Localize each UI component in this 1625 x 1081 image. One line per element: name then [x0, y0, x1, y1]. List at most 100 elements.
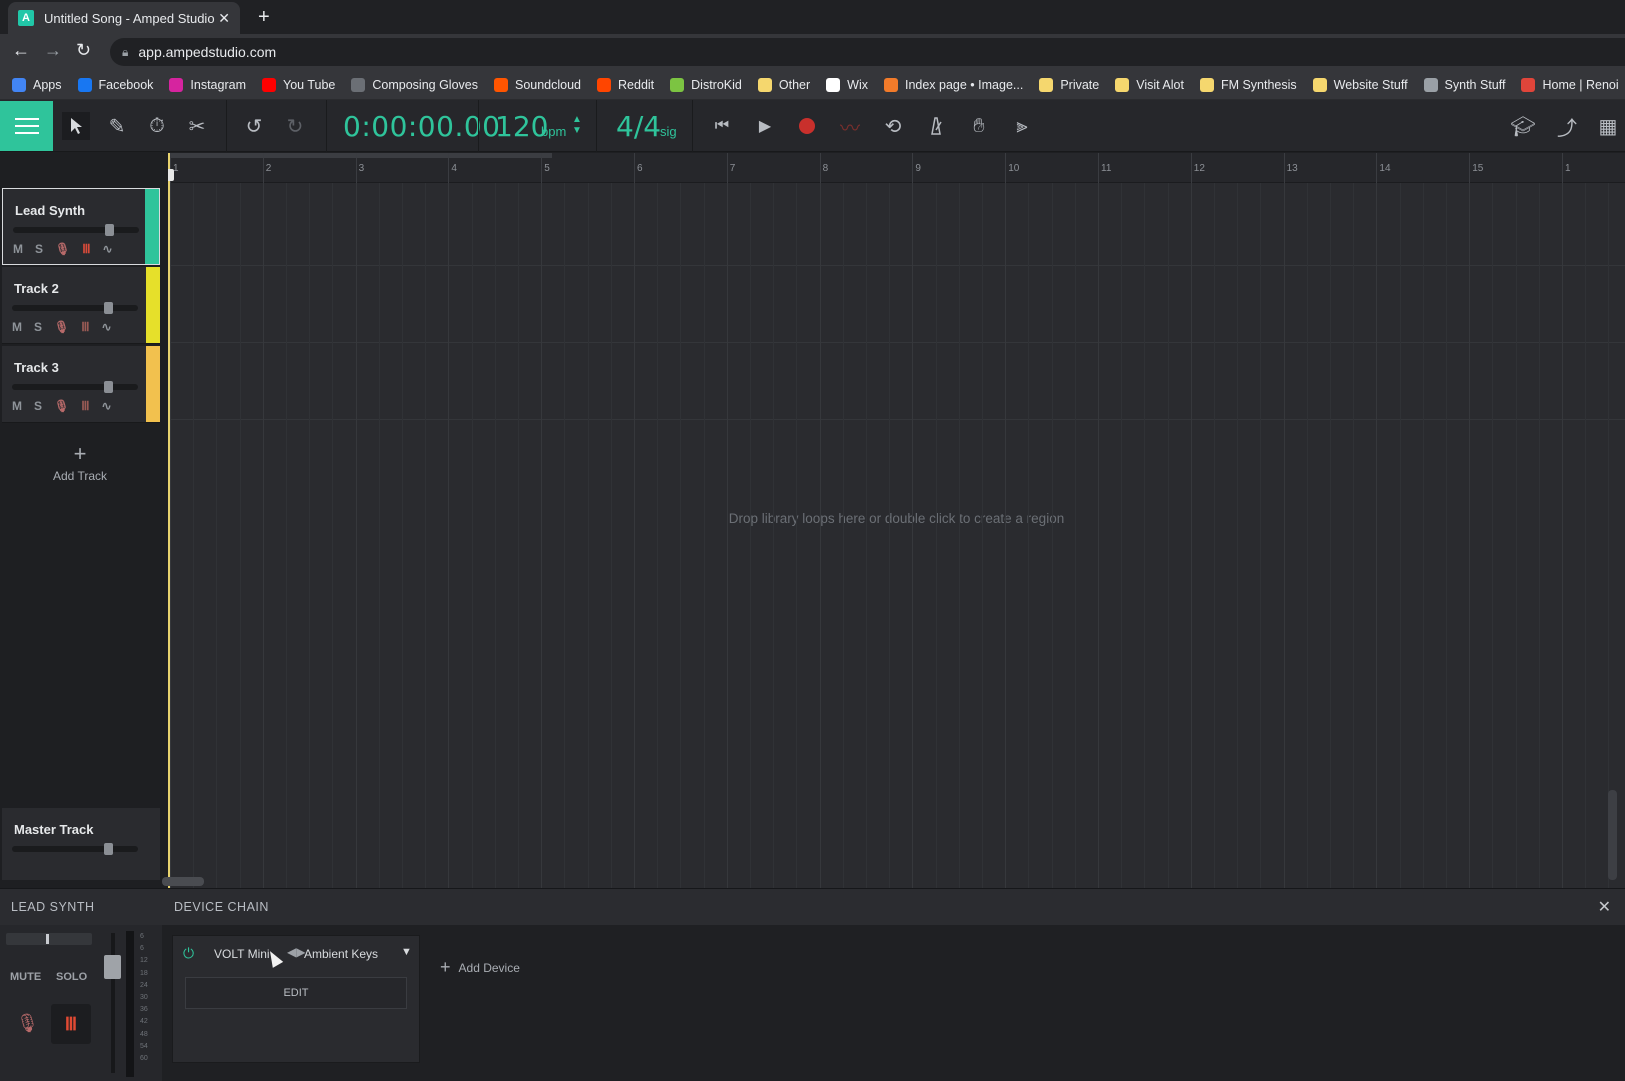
reload-icon[interactable]: ↻ — [76, 40, 91, 61]
tutorial-cap-icon[interactable]: 🎓︎ — [1509, 112, 1537, 140]
add-device-button[interactable]: + Add Device — [440, 957, 520, 978]
mute-button[interactable]: MUTE — [10, 971, 41, 983]
solo-button[interactable]: S — [34, 399, 42, 413]
midi-keys-icon[interactable]: Ⅲ — [82, 242, 90, 256]
url-field[interactable]: 🔒︎ app.ampedstudio.com — [110, 38, 1625, 66]
browser-tab[interactable]: A Untitled Song - Amped Studio ✕ — [8, 2, 240, 34]
loop-icon[interactable]: ⟲ — [879, 112, 907, 140]
bookmark-item[interactable]: Website Stuff — [1312, 77, 1408, 92]
pan-slider[interactable] — [6, 933, 92, 945]
bookmark-item[interactable]: Apps — [12, 77, 62, 92]
loop-region-bar[interactable] — [170, 153, 552, 158]
volume-fader-track[interactable] — [111, 933, 115, 1073]
bookmark-item[interactable]: Index page • Image... — [883, 77, 1023, 92]
track-row-track-2[interactable]: Track 2 M S 🎙︎ Ⅲ ∿ — [2, 267, 160, 344]
bookmark-item[interactable]: Synth Stuff — [1423, 77, 1505, 92]
tempo-unit: bpm — [541, 124, 567, 139]
new-tab-icon[interactable]: + — [258, 6, 270, 29]
time-signature-value[interactable]: 4/4 — [616, 110, 661, 143]
horizontal-scrollbar[interactable] — [162, 877, 204, 886]
track-volume-slider[interactable] — [13, 224, 139, 236]
pencil-tool-icon[interactable]: ✎ — [103, 112, 131, 140]
automation-record-icon[interactable]: 〰︎ — [836, 112, 864, 140]
chevron-down-icon[interactable]: ▼ — [401, 946, 412, 958]
bookmark-label: Home | Renoi — [1542, 77, 1619, 92]
forward-arrow-icon[interactable]: → — [44, 40, 62, 61]
record-arm-mic-icon[interactable]: 🎙︎ — [16, 1013, 39, 1034]
slider-thumb[interactable] — [104, 843, 113, 855]
bookmark-item[interactable]: Visit Alot — [1115, 77, 1184, 92]
bookmark-item[interactable]: FM Synthesis — [1199, 77, 1297, 92]
solo-button[interactable]: S — [34, 320, 42, 334]
bookmark-item[interactable]: Composing Gloves — [351, 77, 478, 92]
meter-scale-label: 54 — [140, 1042, 148, 1050]
bookmark-item[interactable]: Private — [1039, 77, 1100, 92]
play-icon[interactable]: ▶︎ — [751, 112, 779, 140]
slider-thumb[interactable] — [105, 224, 114, 236]
bookmark-item[interactable]: Wix — [826, 77, 868, 92]
volume-fader-cap[interactable] — [104, 955, 121, 979]
add-track-button[interactable]: + Add Track — [0, 441, 160, 483]
track-row-lead-synth[interactable]: Lead Synth M S 🎙︎ Ⅲ ∿ — [2, 188, 160, 265]
automation-icon[interactable]: ∿ — [103, 242, 113, 256]
automation-icon[interactable]: ∿ — [102, 399, 112, 413]
record-arm-mic-icon[interactable]: 🎙︎ — [54, 399, 69, 413]
record-arm-mic-icon[interactable]: 🎙︎ — [55, 242, 70, 256]
master-volume-slider[interactable] — [12, 843, 138, 855]
panel-layout-icon[interactable]: ▦ — [1594, 112, 1622, 140]
audio-settings-icon[interactable]: ⤴ — [1553, 112, 1581, 140]
scissors-tool-icon[interactable]: ✂︎ — [183, 112, 211, 140]
bookmark-item[interactable]: Soundcloud — [493, 77, 581, 92]
address-bar-row: ← → ↻ 🔒︎ app.ampedstudio.com — [0, 34, 1625, 70]
redo-icon[interactable]: ↻ — [281, 112, 309, 140]
bookmark-label: Private — [1060, 77, 1100, 92]
preset-nav-icon[interactable]: ◀▶ — [287, 945, 305, 959]
mixer-icon[interactable]: ⫸ — [1008, 112, 1036, 140]
pan-thumb[interactable] — [46, 934, 49, 944]
undo-icon[interactable]: ↺ — [240, 112, 268, 140]
record-arm-mic-icon[interactable]: 🎙︎ — [54, 320, 69, 334]
edit-button[interactable]: EDIT — [185, 977, 407, 1009]
bookmark-item[interactable]: You Tube — [262, 77, 335, 92]
mute-button[interactable]: M — [12, 399, 22, 413]
bookmark-item[interactable]: Reddit — [597, 77, 654, 92]
record-icon[interactable] — [793, 112, 821, 140]
power-icon[interactable]: ⏻ — [183, 945, 194, 962]
metronome-icon[interactable] — [922, 112, 950, 140]
preset-name[interactable]: Ambient Keys — [304, 947, 378, 961]
master-track[interactable]: Master Track — [2, 808, 160, 880]
bookmark-item[interactable]: Instagram — [169, 77, 246, 92]
midi-keys-icon[interactable]: Ⅲ — [51, 1004, 91, 1044]
track-volume-slider[interactable] — [12, 302, 138, 314]
midi-keys-icon[interactable]: Ⅲ — [81, 320, 89, 334]
slider-thumb[interactable] — [104, 381, 113, 393]
bookmark-item[interactable]: Home | Renoi — [1521, 77, 1619, 92]
bookmark-item[interactable]: Other — [757, 77, 810, 92]
skip-to-start-icon[interactable]: ⏮︎ — [708, 112, 736, 140]
back-arrow-icon[interactable]: ← — [12, 40, 30, 61]
mute-button[interactable]: M — [13, 242, 23, 256]
bookmark-item[interactable]: DistroKid — [670, 77, 742, 92]
track-row-track-3[interactable]: Track 3 M S 🎙︎ Ⅲ ∿ — [2, 346, 160, 423]
solo-button[interactable]: S — [35, 242, 43, 256]
solo-button[interactable]: SOLO — [56, 971, 87, 983]
stopwatch-tool-icon[interactable]: ⏱︎ — [143, 112, 171, 140]
midi-keys-icon[interactable]: Ⅲ — [81, 399, 89, 413]
bookmark-item[interactable]: Facebook — [77, 77, 153, 92]
pointer-tool-icon[interactable] — [62, 112, 90, 140]
slider-thumb[interactable] — [104, 302, 113, 314]
timeline-ruler[interactable]: 1 2 3 4 5 6 7 8 9 10 11 12 13 14 15 1 — [168, 153, 1625, 183]
main-menu-button[interactable] — [0, 101, 53, 151]
vertical-scrollbar[interactable] — [1608, 790, 1617, 880]
device-name[interactable]: VOLT Mini — [214, 947, 270, 961]
playhead-handle[interactable] — [168, 169, 174, 181]
level-meter — [126, 931, 134, 1077]
arrangement-timeline[interactable]: 1 2 3 4 5 6 7 8 9 10 11 12 13 14 15 1 Drop library loop… — [168, 153, 1625, 888]
automation-icon[interactable]: ∿ — [102, 320, 112, 334]
close-tab-icon[interactable]: ✕ — [218, 10, 230, 27]
close-icon[interactable]: ✕ — [1598, 897, 1611, 917]
mute-button[interactable]: M — [12, 320, 22, 334]
count-in-icon[interactable]: ✋︎ — [965, 112, 993, 140]
tempo-stepper-icon[interactable]: ▲ ▼ — [572, 114, 582, 136]
track-volume-slider[interactable] — [12, 381, 138, 393]
